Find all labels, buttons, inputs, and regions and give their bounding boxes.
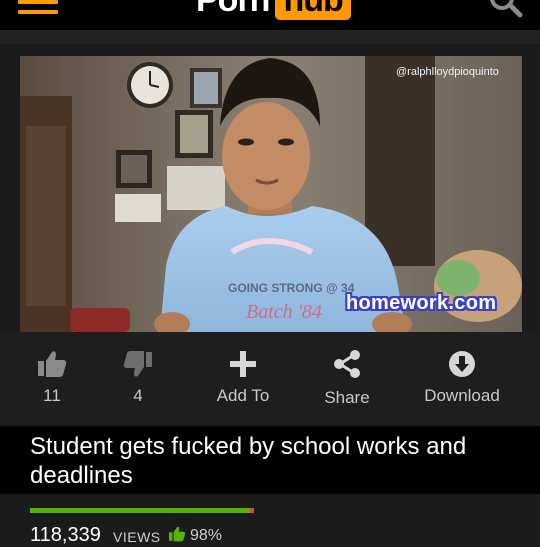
video-actions: 11 4 Add To Share Download: [0, 332, 540, 426]
rating-bar: [30, 508, 254, 513]
video-title: Student gets fucked by school works and …: [30, 433, 467, 489]
like-button[interactable]: 11: [14, 332, 90, 426]
dislike-button[interactable]: 4: [100, 332, 176, 426]
share-label: Share: [324, 388, 370, 407]
site-logo[interactable]: Porn hub: [196, 0, 351, 20]
uploader-handle: @ralphlloydpioquinto: [396, 66, 499, 78]
logo-text-b: hub: [275, 0, 351, 20]
add-to-button[interactable]: Add To: [200, 332, 286, 426]
watermark-text: homework.com: [346, 292, 497, 314]
download-button[interactable]: Download: [414, 332, 510, 426]
header-divider: [0, 30, 540, 44]
search-icon[interactable]: [486, 0, 526, 18]
video-thumbnail: GOING STRONG @ 34 Batch '84: [20, 56, 522, 332]
logo-text-a: Porn: [196, 0, 270, 20]
views-count: 118,339: [30, 524, 101, 546]
views-label: VIEWS: [113, 529, 161, 545]
thumbs-up-icon: [38, 351, 67, 377]
video-player[interactable]: GOING STRONG @ 34 Batch '84 @ralphlloydp…: [20, 56, 522, 332]
rating-percent: 98%: [190, 527, 223, 544]
top-bar: Porn hub: [0, 0, 540, 30]
plus-icon: [230, 351, 256, 377]
download-icon: [449, 351, 475, 377]
download-label: Download: [424, 386, 500, 405]
dislike-count: 4: [133, 386, 143, 405]
rating-bar-fill: [30, 508, 250, 513]
share-icon: [334, 350, 360, 378]
add-to-label: Add To: [216, 386, 270, 405]
like-count: 11: [43, 386, 61, 405]
svg-text:GOING STRONG @ 34: GOING STRONG @ 34: [228, 281, 355, 295]
share-button[interactable]: Share: [306, 332, 388, 426]
hamburger-menu-icon[interactable]: [18, 0, 58, 14]
thumbs-down-icon: [123, 351, 152, 377]
svg-text:Batch '84: Batch '84: [246, 301, 322, 323]
